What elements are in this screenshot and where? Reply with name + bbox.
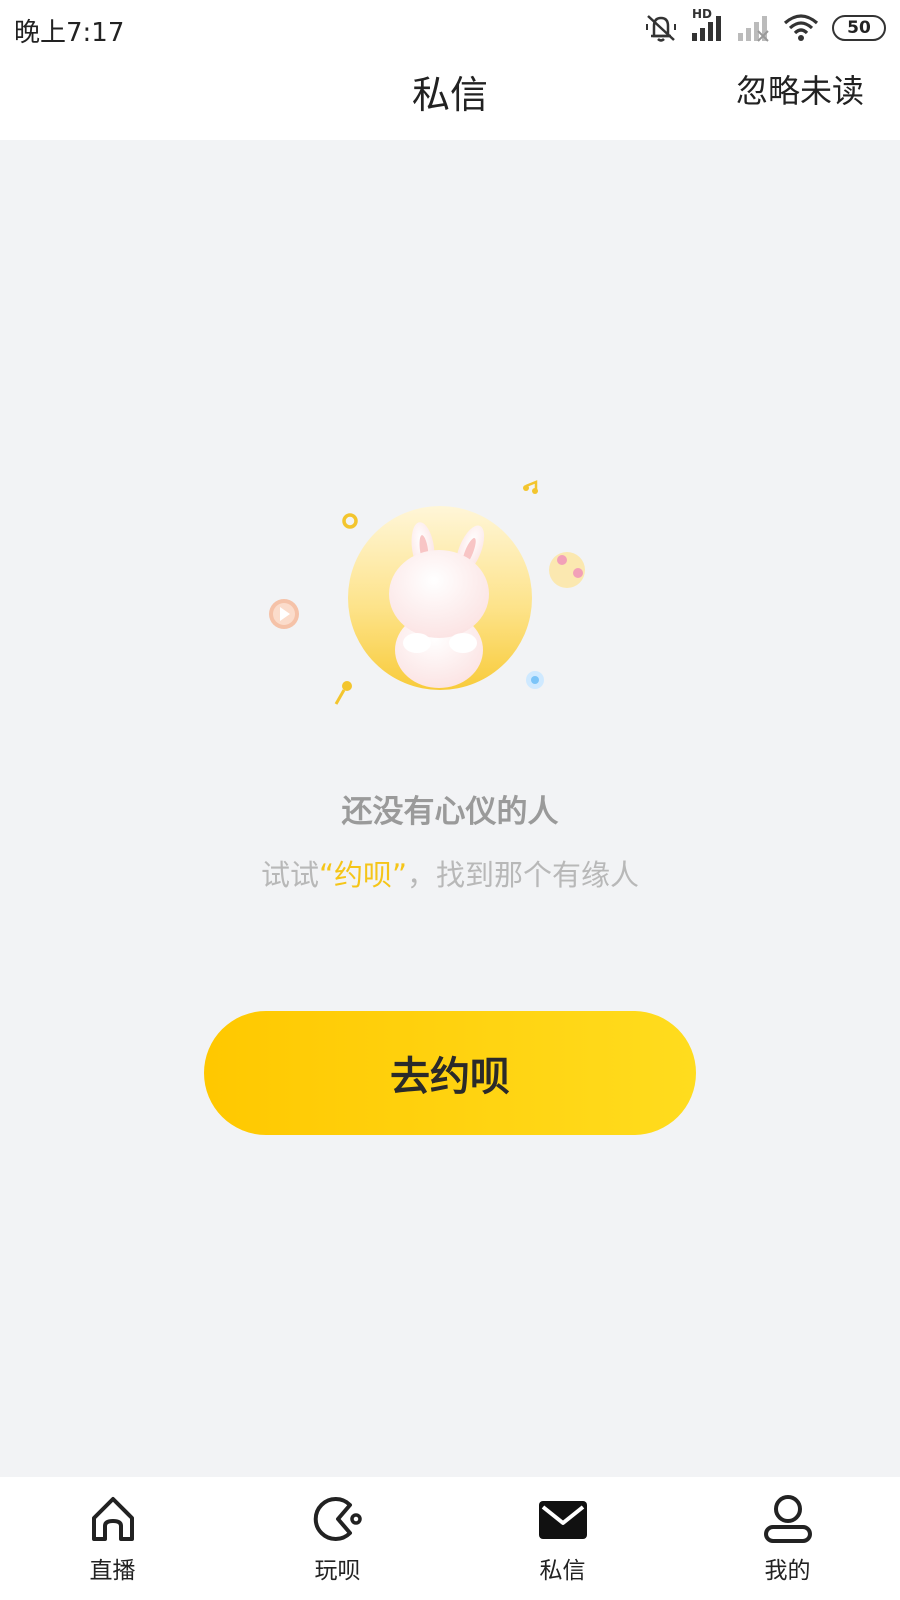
tab-messages[interactable]: 私信 bbox=[450, 1477, 675, 1600]
signal-icon: HD bbox=[690, 7, 724, 43]
game-icon bbox=[313, 1497, 362, 1541]
subtitle-highlight: “约呗” bbox=[318, 858, 408, 892]
status-icons: HD 50 bbox=[644, 7, 886, 46]
header: 私信 忽略未读 bbox=[0, 56, 900, 140]
profile-icon bbox=[763, 1495, 812, 1543]
tab-me[interactable]: 我的 bbox=[675, 1477, 900, 1600]
empty-state-subtitle: 试试“约呗”，找到那个有缘人 bbox=[0, 852, 900, 894]
ignore-unread-button[interactable]: 忽略未读 bbox=[736, 66, 864, 112]
tab-play[interactable]: 玩呗 bbox=[225, 1477, 450, 1600]
go-yuebei-button[interactable]: 去约呗 bbox=[204, 1011, 696, 1135]
wifi-icon bbox=[782, 13, 820, 43]
tab-label-messages: 私信 bbox=[539, 1558, 586, 1584]
tab-bar: 直播 玩呗 私信 我的 bbox=[0, 1477, 900, 1600]
tab-label-live: 直播 bbox=[89, 1558, 136, 1584]
subtitle-suffix: ，找到那个有缘人 bbox=[407, 858, 640, 892]
battery-icon: 50 bbox=[832, 15, 886, 41]
battery-level: 50 bbox=[847, 18, 871, 38]
status-time: 晚上7:17 bbox=[14, 18, 125, 48]
empty-state-title: 还没有心仪的人 bbox=[341, 794, 559, 830]
tab-label-play: 玩呗 bbox=[314, 1558, 361, 1584]
status-bar: 晚上7:17 HD 50 bbox=[0, 0, 900, 56]
silent-icon bbox=[644, 12, 678, 44]
empty-illustration bbox=[260, 460, 620, 720]
network-type-label: HD bbox=[692, 7, 713, 21]
tab-label-me: 我的 bbox=[764, 1558, 811, 1584]
home-icon bbox=[91, 1497, 134, 1541]
subtitle-prefix: 试试 bbox=[260, 858, 319, 892]
tab-live[interactable]: 直播 bbox=[0, 1477, 225, 1600]
signal-empty-icon bbox=[736, 13, 770, 43]
mail-icon bbox=[538, 1501, 587, 1539]
